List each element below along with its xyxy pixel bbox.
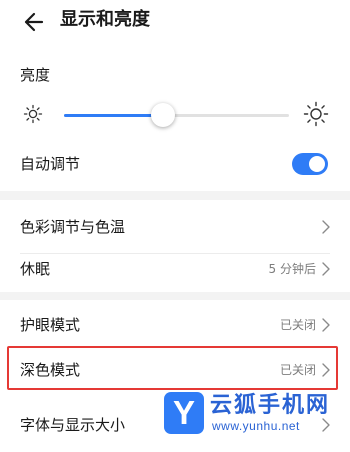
sun-small-icon <box>23 104 43 124</box>
watermark-title: 云狐手机网 <box>210 393 331 418</box>
slider-thumb[interactable] <box>151 103 175 127</box>
sleep-row[interactable]: 休眠 5 分钟后 <box>0 242 350 296</box>
brightness-label: 亮度 <box>20 66 51 84</box>
header-bar: 显示和亮度 <box>0 0 350 44</box>
font-display-size-label: 字体与显示大小 <box>20 416 126 434</box>
dark-mode-row[interactable]: 深色模式 已关闭 <box>0 343 350 397</box>
watermark-logo: Y <box>164 392 204 434</box>
slider-fill <box>64 114 163 117</box>
auto-adjust-label: 自动调节 <box>20 155 81 173</box>
auto-adjust-row[interactable]: 自动调节 <box>0 137 350 191</box>
page-title: 显示和亮度 <box>60 9 150 30</box>
chevron-right-icon <box>322 220 330 234</box>
toggle-knob <box>309 156 325 172</box>
sun-large-icon <box>303 101 329 127</box>
dark-mode-label: 深色模式 <box>20 361 81 379</box>
chevron-right-icon <box>322 363 330 377</box>
site-watermark: Y 云狐手机网 www.yunhu.net <box>164 392 342 436</box>
section-divider <box>0 191 350 200</box>
back-arrow-icon[interactable] <box>16 7 46 37</box>
watermark-url: www.yunhu.net <box>212 419 300 433</box>
chevron-right-icon <box>322 262 330 276</box>
sleep-label: 休眠 <box>20 260 51 278</box>
sleep-value: 5 分钟后 <box>268 262 316 276</box>
auto-adjust-toggle[interactable] <box>292 153 328 175</box>
chevron-right-icon <box>322 318 330 332</box>
dark-mode-value: 已关闭 <box>279 363 316 377</box>
brightness-slider[interactable] <box>64 100 289 130</box>
